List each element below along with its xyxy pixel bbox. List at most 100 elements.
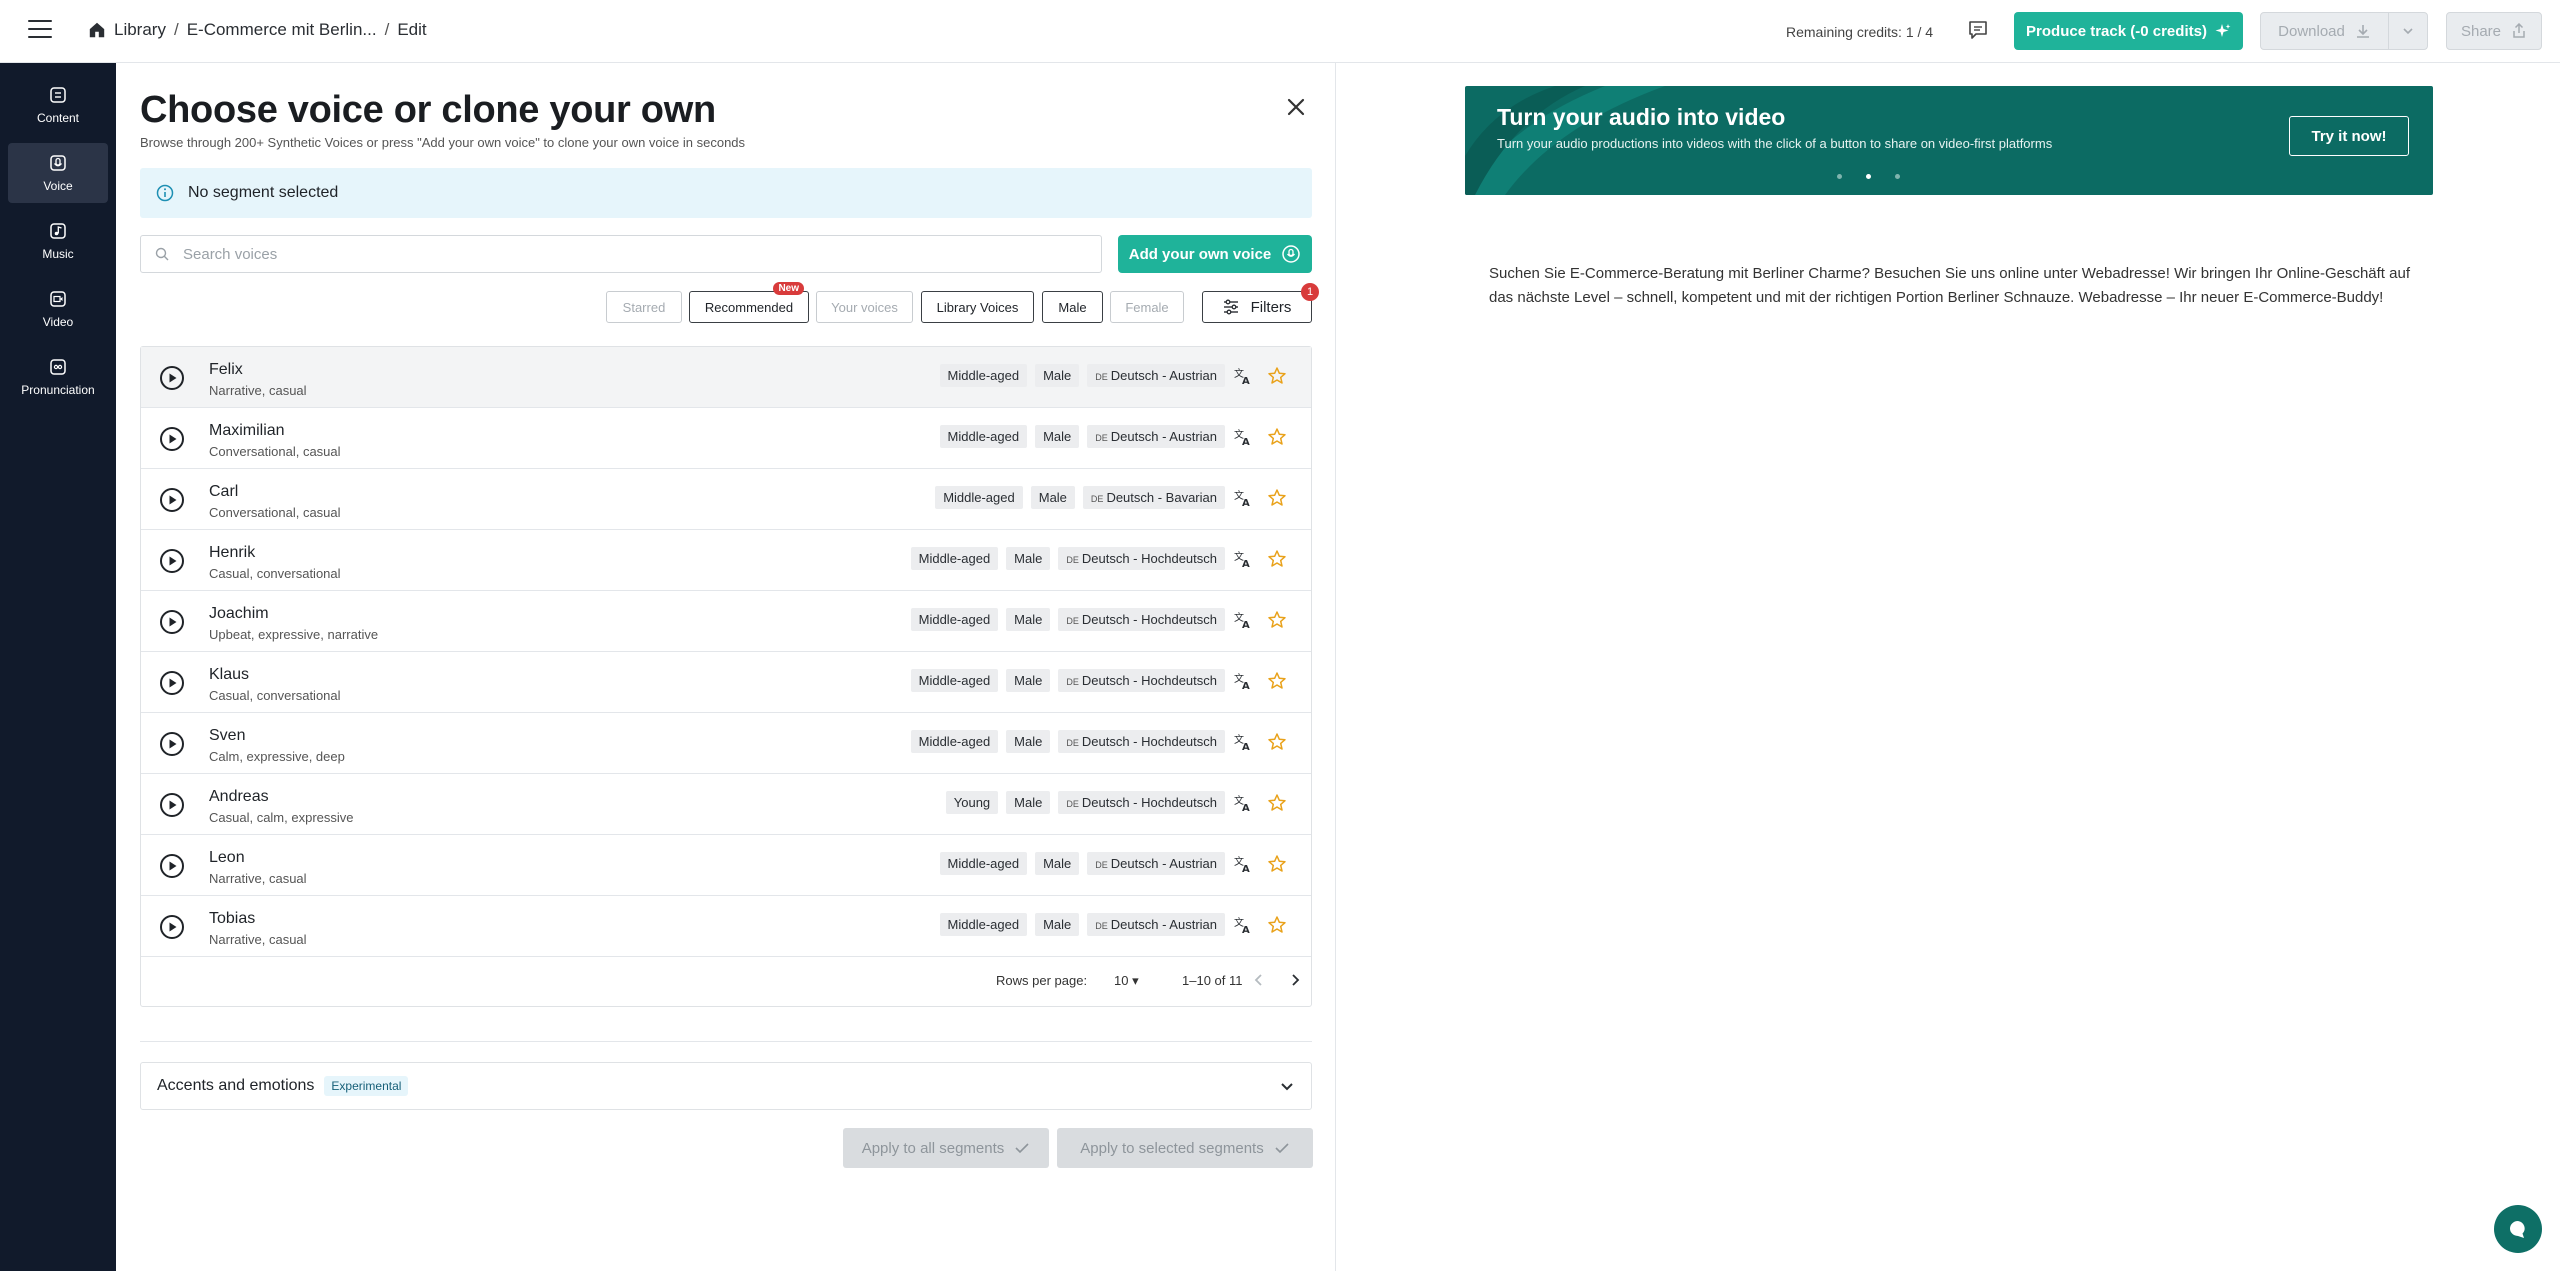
accents-emotions-accordion[interactable]: Accents and emotions Experimental — [140, 1062, 1312, 1110]
feedback-icon[interactable] — [1966, 18, 1990, 42]
translate-icon[interactable]: 文A — [1233, 671, 1253, 692]
play-icon[interactable] — [159, 731, 185, 757]
play-icon[interactable] — [159, 548, 185, 574]
home-icon[interactable] — [88, 21, 106, 39]
sidebar-item-voice[interactable]: Voice — [8, 143, 108, 203]
voice-table: Felix Narrative, casual Middle-aged Male DE D… — [140, 346, 1312, 1007]
sidebar-item-content[interactable]: Content — [8, 75, 108, 135]
age-tag: Middle-aged — [910, 608, 999, 631]
carousel-dot[interactable] — [1837, 174, 1842, 179]
voice-row[interactable]: Felix Narrative, casual Middle-aged Male DE D… — [141, 347, 1311, 408]
translate-icon[interactable]: 文A — [1233, 488, 1253, 509]
translate-icon[interactable]: 文A — [1233, 732, 1253, 753]
voice-description: Narrative, casual — [209, 383, 307, 398]
translate-icon[interactable]: 文A — [1233, 610, 1253, 631]
carousel-dot[interactable] — [1895, 174, 1900, 179]
sidebar-item-music[interactable]: Music — [8, 211, 108, 271]
flag-icon: DE — [1090, 494, 1104, 504]
gender-tag: Male — [1035, 364, 1080, 387]
filter-chip-your-voices[interactable]: Your voices — [816, 291, 913, 323]
age-tag: Middle-aged — [939, 913, 1028, 936]
menu-icon[interactable] — [28, 20, 52, 42]
apply-to-all-segments-button[interactable]: Apply to all segments — [843, 1128, 1049, 1168]
gender-tag: Male — [1006, 730, 1051, 753]
gender-tag: Male — [1035, 913, 1080, 936]
play-icon[interactable] — [159, 792, 185, 818]
filter-chip-starred[interactable]: Starred — [606, 291, 682, 323]
filter-chip-female[interactable]: Female — [1110, 291, 1184, 323]
try-it-now-button[interactable]: Try it now! — [2289, 116, 2409, 156]
voice-row[interactable]: Maximilian Conversational, casual Middle-a… — [141, 408, 1311, 469]
play-icon[interactable] — [159, 670, 185, 696]
previous-page-icon[interactable] — [1249, 970, 1269, 990]
star-icon[interactable] — [1267, 549, 1287, 569]
sidebar-item-label: Pronunciation — [21, 383, 95, 397]
voice-tags: Middle-aged Male DE Deutsch - Austrian 文 A — [939, 425, 1287, 448]
translate-icon[interactable]: 文A — [1233, 915, 1253, 936]
star-icon[interactable] — [1267, 427, 1287, 447]
star-icon[interactable] — [1267, 610, 1287, 630]
play-icon[interactable] — [159, 914, 185, 940]
filters-button[interactable]: Filters 1 — [1202, 283, 1319, 323]
play-icon[interactable] — [159, 487, 185, 513]
chip-label: Your voices — [831, 299, 898, 315]
star-icon[interactable] — [1267, 488, 1287, 508]
share-button[interactable]: Share — [2446, 12, 2542, 50]
voice-row[interactable]: Andreas Casual, calm, expressive Young Male… — [141, 774, 1311, 835]
age-tag: Middle-aged — [939, 425, 1028, 448]
star-icon[interactable] — [1267, 732, 1287, 752]
download-options-button[interactable] — [2389, 25, 2427, 37]
sidebar-item-pronunciation[interactable]: Pronunciation — [8, 347, 108, 407]
star-icon[interactable] — [1267, 366, 1287, 386]
play-icon[interactable] — [159, 853, 185, 879]
translate-icon[interactable]: 文A — [1233, 366, 1253, 387]
play-icon[interactable] — [159, 365, 185, 391]
filter-chip-recommended[interactable]: Recommended New — [689, 282, 809, 323]
promo-title: Turn your audio into video — [1497, 104, 1786, 130]
sidebar-item-label: Voice — [43, 179, 73, 193]
voice-row[interactable]: Joachim Upbeat, expressive, narrative Midd… — [141, 591, 1311, 652]
promo-subtitle: Turn your audio productions into videos … — [1497, 136, 2053, 151]
breadcrumb-library[interactable]: Library — [114, 20, 166, 40]
search-input[interactable] — [183, 245, 1083, 263]
voice-row[interactable]: Carl Conversational, casual Middle-aged Mal… — [141, 469, 1311, 530]
voice-row[interactable]: Henrik Casual, conversational Middle-aged M… — [141, 530, 1311, 591]
age-tag: Young — [945, 791, 999, 814]
script-text[interactable]: Suchen Sie E-Commerce-Beratung mit Berli… — [1489, 262, 2419, 310]
voice-description: Narrative, casual — [209, 871, 307, 886]
voice-row[interactable]: Tobias Narrative, casual Middle-aged Male DE… — [141, 896, 1311, 957]
star-icon[interactable] — [1267, 854, 1287, 874]
voice-row[interactable]: Sven Calm, expressive, deep Middle-aged Mal… — [141, 713, 1311, 774]
close-icon[interactable] — [1282, 93, 1310, 121]
star-icon[interactable] — [1267, 915, 1287, 935]
next-page-icon[interactable] — [1285, 970, 1305, 990]
new-badge: New — [773, 282, 804, 295]
download-button[interactable]: Download — [2260, 12, 2428, 50]
filter-chip-male[interactable]: Male — [1042, 291, 1103, 323]
voice-row[interactable]: Klaus Casual, conversational Middle-aged Ma… — [141, 652, 1311, 713]
sidebar-item-video[interactable]: Video — [8, 279, 108, 339]
svg-text:A: A — [1242, 376, 1250, 386]
filter-chip-library-voices[interactable]: Library Voices — [921, 291, 1034, 323]
apply-to-selected-segments-button[interactable]: Apply to selected segments — [1057, 1128, 1313, 1168]
star-icon[interactable] — [1267, 671, 1287, 691]
voice-row[interactable]: Leon Narrative, casual Middle-aged Male DE De… — [141, 835, 1311, 896]
star-icon[interactable] — [1267, 793, 1287, 813]
search-field[interactable] — [140, 235, 1102, 273]
produce-track-button[interactable]: Produce track (-0 credits) — [2014, 12, 2243, 50]
translate-icon[interactable]: 文A — [1233, 549, 1253, 570]
play-icon[interactable] — [159, 609, 185, 635]
page-range: 1–10 of 11 — [1182, 973, 1243, 988]
filters-count-badge: 1 — [1301, 283, 1319, 301]
gender-tag: Male — [1035, 425, 1080, 448]
rows-per-page-select[interactable]: 10 ▾ — [1114, 973, 1139, 989]
chat-support-button[interactable] — [2494, 1205, 2542, 1253]
breadcrumb-project[interactable]: E-Commerce mit Berlin... — [187, 20, 377, 40]
download-icon — [2356, 25, 2369, 38]
translate-icon[interactable]: 文A — [1233, 793, 1253, 814]
add-own-voice-button[interactable]: Add your own voice — [1118, 235, 1312, 273]
translate-icon[interactable]: 文A — [1233, 427, 1253, 448]
translate-icon[interactable]: 文A — [1233, 854, 1253, 875]
carousel-dot-active[interactable] — [1866, 174, 1871, 179]
play-icon[interactable] — [159, 426, 185, 452]
